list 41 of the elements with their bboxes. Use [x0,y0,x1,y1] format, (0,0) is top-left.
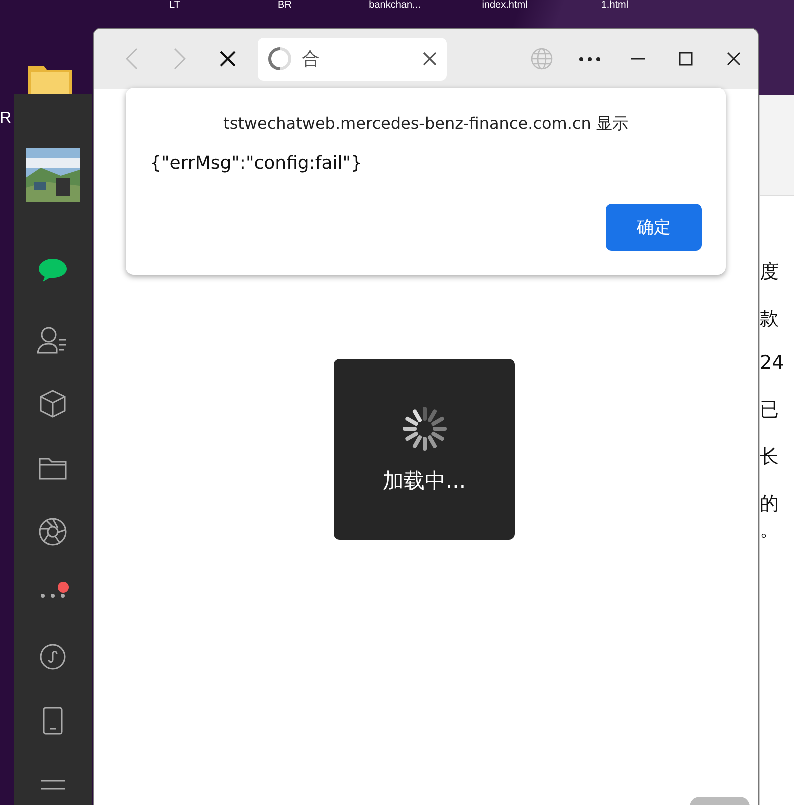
text-fragment: 的 [760,492,780,516]
globe-icon [531,48,553,70]
menu-icon[interactable] [41,779,65,791]
desktop-icon-label[interactable]: LT [120,0,230,12]
text-fragment: 24 [760,351,786,375]
loading-text: 加载中... [382,468,466,494]
dialog-title: tstwechatweb.mercedes-benz-finance.com.cn 显示 [222,114,630,135]
close-icon[interactable] [423,52,437,66]
text-fragment: 。 [760,518,780,542]
text-fragment: 长 [760,445,780,469]
back-icon [126,48,138,70]
loading-spinner-icon [268,47,292,71]
desktop-label: R [0,110,12,128]
text-fragment: 款 [760,307,780,331]
desktop-icon-label[interactable]: index.html [450,0,560,12]
folder-icon[interactable] [39,456,67,480]
browser-tab[interactable]: 合 [258,38,447,80]
tab-title: 合 [302,48,321,71]
text-fragment: 已 [760,398,780,422]
loading-spinner-icon [400,404,448,452]
confirm-button[interactable]: 确定 [606,204,702,251]
desktop-icon-label[interactable]: bankchan... [340,0,450,12]
more-icon[interactable] [40,593,66,599]
folder-icon[interactable] [28,64,72,96]
close-icon [220,51,236,67]
cube-icon[interactable] [39,389,67,419]
phone-icon[interactable] [42,706,64,736]
contacts-icon[interactable] [37,326,69,354]
forward-icon [174,48,186,70]
aperture-icon[interactable] [38,517,68,547]
more-icon [579,56,601,62]
close-icon [727,52,741,66]
notification-dot [58,582,69,593]
chat-icon[interactable] [38,257,68,283]
mini-program-icon[interactable] [39,643,67,671]
dialog-message: {"errMsg":"config:fail"} [150,153,364,174]
desktop-icon-label[interactable]: 1.html [560,0,670,12]
minimize-icon [631,58,645,60]
maximize-icon [679,52,693,66]
text-fragment: 度 [760,260,780,284]
desktop-icon-label[interactable]: BR [230,0,340,12]
